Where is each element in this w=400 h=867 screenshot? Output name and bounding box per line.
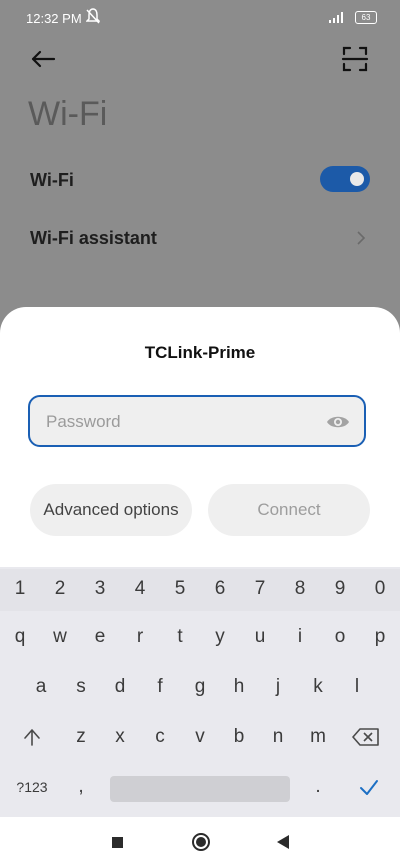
number-row: 1 2 3 4 5 6 7 8 9 0 [0, 569, 400, 611]
battery-icon: 63 [355, 11, 377, 24]
key-9[interactable]: 9 [320, 569, 360, 609]
key-g[interactable]: g [180, 667, 220, 707]
key-5[interactable]: 5 [160, 569, 200, 609]
key-comma[interactable]: , [61, 767, 101, 807]
key-t[interactable]: t [160, 617, 200, 657]
key-s[interactable]: s [61, 667, 101, 707]
keyboard: 1 2 3 4 5 6 7 8 9 0 q w e r t y u i o p … [0, 567, 400, 817]
key-0[interactable]: 0 [360, 569, 400, 609]
key-h[interactable]: h [219, 667, 259, 707]
home-icon[interactable] [192, 833, 210, 851]
show-password-icon[interactable] [326, 412, 350, 432]
toggle-knob [350, 172, 364, 186]
signal-icon [329, 12, 343, 23]
back-arrow-icon[interactable] [28, 44, 58, 74]
key-a[interactable]: a [21, 667, 61, 707]
wifi-assistant-row[interactable]: Wi-Fi assistant [30, 218, 370, 258]
letter-row-3: z x c v b n m [0, 717, 400, 757]
key-f[interactable]: f [140, 667, 180, 707]
chevron-right-icon [357, 231, 366, 245]
space-bar[interactable] [110, 776, 290, 802]
password-placeholder: Password [46, 412, 121, 431]
key-x[interactable]: x [100, 717, 140, 757]
advanced-options-button[interactable]: Advanced options [30, 484, 192, 536]
wifi-row[interactable]: Wi-Fi [30, 160, 370, 200]
key-k[interactable]: k [298, 667, 338, 707]
symbols-key[interactable]: ?123 [12, 767, 52, 807]
key-r[interactable]: r [120, 617, 160, 657]
checkmark-icon[interactable] [349, 767, 389, 807]
key-w[interactable]: w [40, 617, 80, 657]
recent-apps-icon[interactable] [112, 837, 123, 848]
key-n[interactable]: n [258, 717, 298, 757]
back-triangle-icon[interactable] [277, 835, 289, 849]
key-7[interactable]: 7 [240, 569, 280, 609]
scan-qr-icon[interactable] [340, 44, 370, 74]
key-y[interactable]: y [200, 617, 240, 657]
status-time: 12:32 PM [26, 11, 82, 26]
page-title: Wi-Fi [28, 95, 108, 133]
key-p[interactable]: p [360, 617, 400, 657]
network-name: TCLink-Prime [144, 343, 256, 362]
key-3[interactable]: 3 [80, 569, 120, 609]
wifi-toggle[interactable] [320, 166, 370, 192]
key-c[interactable]: c [140, 717, 180, 757]
key-z[interactable]: z [61, 717, 101, 757]
backspace-icon[interactable] [346, 717, 386, 757]
letter-row-1: q w e r t y u i o p [0, 617, 400, 657]
key-d[interactable]: d [100, 667, 140, 707]
password-field[interactable]: Password [28, 395, 366, 447]
key-i[interactable]: i [280, 617, 320, 657]
wifi-label: Wi-Fi [30, 170, 74, 190]
key-v[interactable]: v [180, 717, 220, 757]
key-j[interactable]: j [258, 667, 298, 707]
connect-button[interactable]: Connect [208, 484, 370, 536]
navigation-bar [0, 817, 400, 867]
key-b[interactable]: b [219, 717, 259, 757]
key-1[interactable]: 1 [0, 569, 40, 609]
key-e[interactable]: e [80, 617, 120, 657]
key-period[interactable]: . [298, 767, 338, 807]
letter-row-2: a s d f g h j k l [0, 667, 400, 707]
key-m[interactable]: m [298, 717, 338, 757]
key-o[interactable]: o [320, 617, 360, 657]
key-4[interactable]: 4 [120, 569, 160, 609]
wifi-connect-dialog: TCLink-Prime Password Advanced options C… [0, 307, 400, 567]
mute-icon [86, 8, 100, 24]
key-q[interactable]: q [0, 617, 40, 657]
wifi-assistant-label: Wi-Fi assistant [30, 228, 157, 248]
key-l[interactable]: l [337, 667, 377, 707]
key-2[interactable]: 2 [40, 569, 80, 609]
key-6[interactable]: 6 [200, 569, 240, 609]
key-u[interactable]: u [240, 617, 280, 657]
status-bar: 12:32 PM 63 [0, 0, 400, 36]
screen: 12:32 PM 63 Wi-Fi Wi-Fi Wi-Fi assistant … [0, 0, 400, 867]
key-8[interactable]: 8 [280, 569, 320, 609]
shift-icon[interactable] [12, 717, 52, 757]
